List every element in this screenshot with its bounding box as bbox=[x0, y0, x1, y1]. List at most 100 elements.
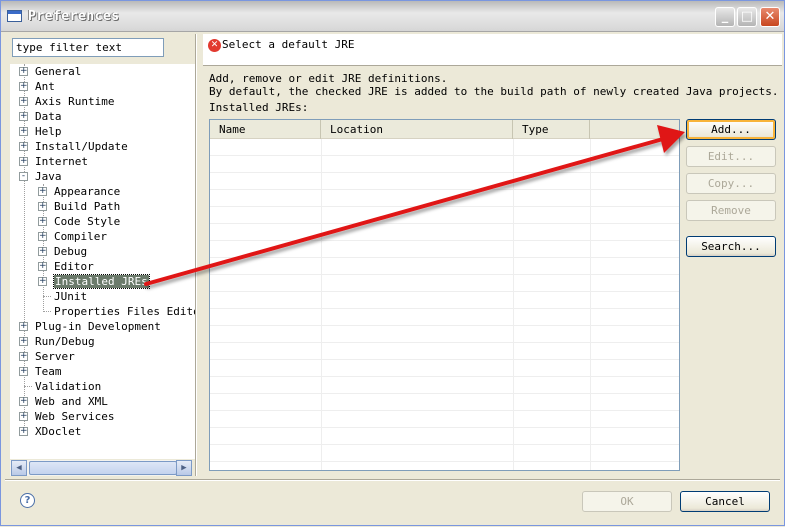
tree-item-compiler[interactable]: + Compiler bbox=[38, 229, 107, 244]
tree-connector bbox=[24, 386, 32, 387]
table-row bbox=[210, 428, 679, 445]
description-line-2: By default, the checked JRE is added to … bbox=[209, 85, 779, 98]
tree-item-internet[interactable]: + Internet bbox=[19, 154, 88, 169]
tree-item-install-update[interactable]: + Install/Update bbox=[19, 139, 128, 154]
preference-tree: + General + Ant + Axis Runtime + Data + Help … bbox=[10, 64, 195, 459]
close-button[interactable]: ✕ bbox=[760, 7, 780, 27]
tree-item-xdoclet[interactable]: + XDoclet bbox=[19, 424, 81, 439]
table-row bbox=[210, 360, 679, 377]
tree-item-validation[interactable]: Validation bbox=[19, 379, 101, 394]
tree-item-team[interactable]: + Team bbox=[19, 364, 62, 379]
installed-jres-table[interactable]: Name Location Type bbox=[209, 119, 680, 471]
tree-connector bbox=[43, 296, 51, 297]
tree-item-label: Java bbox=[35, 170, 62, 183]
tree-item-label: Help bbox=[35, 125, 62, 138]
tree-item-label: Server bbox=[35, 350, 75, 363]
expand-icon[interactable]: + bbox=[19, 142, 28, 151]
expand-icon[interactable]: + bbox=[38, 202, 47, 211]
expand-icon[interactable]: + bbox=[19, 97, 28, 106]
column-header-name[interactable]: Name bbox=[210, 120, 321, 139]
table-row bbox=[210, 292, 679, 309]
table-row bbox=[210, 394, 679, 411]
expand-icon[interactable]: + bbox=[19, 127, 28, 136]
expand-icon[interactable]: + bbox=[19, 337, 28, 346]
tree-item-build-path[interactable]: + Build Path bbox=[38, 199, 120, 214]
expand-icon[interactable]: + bbox=[19, 67, 28, 76]
pane-divider[interactable] bbox=[195, 34, 197, 476]
expand-icon[interactable]: + bbox=[19, 157, 28, 166]
tree-item-label: Install/Update bbox=[35, 140, 128, 153]
tree-item-junit[interactable]: JUnit bbox=[38, 289, 87, 304]
tree-item-general[interactable]: + General bbox=[19, 64, 81, 79]
title-bar[interactable]: Preferences _ □ ✕ bbox=[1, 1, 784, 32]
copy-button[interactable]: Copy... bbox=[686, 173, 776, 194]
window-title: Preferences bbox=[28, 9, 120, 24]
expand-icon[interactable]: + bbox=[38, 187, 47, 196]
message-text: Select a default JRE bbox=[222, 38, 355, 51]
table-row bbox=[210, 343, 679, 360]
table-row bbox=[210, 445, 679, 462]
scroll-left-icon[interactable]: ◀ bbox=[11, 460, 27, 476]
message-area: ✕ Select a default JRE bbox=[203, 34, 782, 66]
edit-button[interactable]: Edit... bbox=[686, 146, 776, 167]
tree-item-appearance[interactable]: + Appearance bbox=[38, 184, 120, 199]
help-icon[interactable]: ? bbox=[20, 493, 35, 508]
tree-item-code-style[interactable]: + Code Style bbox=[38, 214, 120, 229]
minimize-button[interactable]: _ bbox=[715, 7, 735, 27]
tree-item-server[interactable]: + Server bbox=[19, 349, 75, 364]
tree-item-properties-files-editor[interactable]: Properties Files Editor bbox=[38, 304, 195, 319]
filter-input[interactable]: type filter text bbox=[12, 38, 164, 57]
tree-item-ant[interactable]: + Ant bbox=[19, 79, 55, 94]
column-header-location[interactable]: Location bbox=[321, 120, 513, 139]
expand-icon[interactable]: + bbox=[19, 322, 28, 331]
maximize-button[interactable]: □ bbox=[737, 7, 757, 27]
tree-item-data[interactable]: + Data bbox=[19, 109, 62, 124]
remove-button[interactable]: Remove bbox=[686, 200, 776, 221]
add-button[interactable]: Add... bbox=[686, 119, 776, 140]
preferences-window: Preferences _ □ ✕ type filter text + Gene… bbox=[0, 0, 785, 526]
column-header-empty[interactable] bbox=[590, 120, 679, 139]
tree-item-java[interactable]: - Java bbox=[19, 169, 62, 184]
tree-item-label: Editor bbox=[54, 260, 94, 273]
tree-item-web-and-xml[interactable]: + Web and XML bbox=[19, 394, 108, 409]
table-row bbox=[210, 377, 679, 394]
expand-icon[interactable]: + bbox=[19, 112, 28, 121]
expand-icon[interactable]: + bbox=[38, 277, 47, 286]
tree-item-label: Properties Files Editor bbox=[54, 305, 195, 318]
search-button[interactable]: Search... bbox=[686, 236, 776, 257]
expand-icon[interactable]: + bbox=[19, 367, 28, 376]
tree-item-label: Code Style bbox=[54, 215, 121, 228]
table-row bbox=[210, 173, 679, 190]
tree-item-run-debug[interactable]: + Run/Debug bbox=[19, 334, 95, 349]
expand-icon[interactable]: + bbox=[19, 82, 28, 91]
expand-icon[interactable]: + bbox=[19, 352, 28, 361]
expand-icon[interactable]: + bbox=[19, 397, 28, 406]
collapse-icon[interactable]: - bbox=[19, 172, 28, 181]
expand-icon[interactable]: + bbox=[19, 412, 28, 421]
cancel-button[interactable]: Cancel bbox=[680, 491, 770, 512]
tree-item-label: Build Path bbox=[54, 200, 121, 213]
table-row bbox=[210, 411, 679, 428]
table-header: Name Location Type bbox=[210, 120, 679, 139]
expand-icon[interactable]: + bbox=[38, 262, 47, 271]
description-line-1: Add, remove or edit JRE definitions. bbox=[209, 72, 448, 85]
tree-item-label: General bbox=[35, 65, 82, 78]
expand-icon[interactable]: + bbox=[38, 217, 47, 226]
tree-item-web-services[interactable]: + Web Services bbox=[19, 409, 114, 424]
window-icon bbox=[7, 10, 22, 22]
expand-icon[interactable]: + bbox=[19, 427, 28, 436]
tree-item-installed-jres[interactable]: + Installed JREs bbox=[38, 274, 150, 289]
tree-item-axis-runtime[interactable]: + Axis Runtime bbox=[19, 94, 114, 109]
tree-item-help[interactable]: + Help bbox=[19, 124, 62, 139]
column-header-type[interactable]: Type bbox=[513, 120, 590, 139]
scroll-right-icon[interactable]: ▶ bbox=[176, 460, 192, 476]
tree-item-plugin-development[interactable]: + Plug-in Development bbox=[19, 319, 161, 334]
tree-item-label: Team bbox=[35, 365, 62, 378]
tree-horizontal-scrollbar[interactable]: ◀ ▶ bbox=[10, 460, 192, 476]
tree-item-debug[interactable]: + Debug bbox=[38, 244, 87, 259]
tree-item-editor[interactable]: + Editor bbox=[38, 259, 94, 274]
scroll-thumb[interactable] bbox=[29, 461, 177, 475]
ok-button[interactable]: OK bbox=[582, 491, 672, 512]
expand-icon[interactable]: + bbox=[38, 232, 47, 241]
expand-icon[interactable]: + bbox=[38, 247, 47, 256]
